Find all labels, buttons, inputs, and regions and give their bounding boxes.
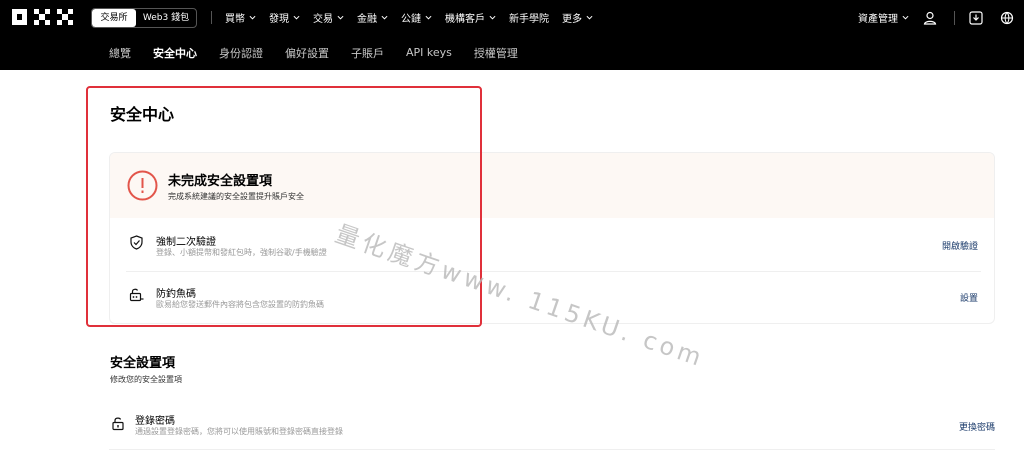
language-icon[interactable] [1000,11,1014,25]
account-tabs: 總覽 安全中心 身份認證 偏好設置 子賬戶 API keys 授權管理 [109,35,540,70]
chevron-down-icon [489,15,496,20]
security-settings-title: 安全設置項 [110,356,176,371]
setting-title: 登錄密碼 [135,416,175,427]
enable-verification-link[interactable]: 開啟驗證 [942,239,978,252]
top-right-actions: 資產管理 [858,0,1024,35]
tab-overview[interactable]: 總覽 [109,45,131,61]
okx-logo[interactable] [12,9,74,25]
nav-item-discover[interactable]: 發現 [269,10,300,25]
chevron-down-icon [586,15,593,20]
exchange-toggle[interactable]: 交易所 [92,9,136,27]
chevron-down-icon [425,15,432,20]
chevron-down-icon [381,15,388,20]
nav-item-label: 交易 [313,14,333,25]
setting-description: 通過設置登錄密碼，您將可以使用賬號和登錄密碼直接登錄 [135,427,343,436]
nav-item-label: 更多 [562,14,582,25]
web3-wallet-toggle[interactable]: Web3 錢包 [136,9,196,27]
asset-management-label: 資產管理 [858,14,898,25]
main-nav: 買幣 發現 交易 金融 公鏈 機構客戶 新手學院 更多 [225,0,606,35]
nav-item-academy[interactable]: 新手學院 [509,10,549,25]
security-settings-subtitle: 修改您的安全設置項 [110,375,182,384]
chevron-down-icon [337,15,344,20]
nav-item-label: 機構客戶 [445,14,485,25]
nav-divider [211,11,212,24]
chevron-down-icon [249,15,256,20]
nav-item-buy[interactable]: 買幣 [225,10,256,25]
nav-item-institutional[interactable]: 機構客戶 [445,10,496,25]
nav-item-label: 發現 [269,14,289,25]
nav-item-finance[interactable]: 金融 [357,10,388,25]
nav-item-label: 金融 [357,14,377,25]
nav-item-label: 新手學院 [509,14,549,25]
tab-identity-verification[interactable]: 身份認證 [219,45,263,61]
highlight-box [86,86,482,327]
nav-item-chain[interactable]: 公鏈 [401,10,432,25]
unlock-icon [112,417,124,431]
download-icon[interactable] [969,10,983,25]
chevron-down-icon [902,15,909,20]
tab-sub-accounts[interactable]: 子賬戶 [351,45,384,61]
top-navigation-bar: 交易所 Web3 錢包 買幣 發現 交易 金融 公鏈 機構客戶 新手學院 更多 … [0,0,1024,35]
toolbar-divider [954,10,955,25]
set-anti-phishing-link[interactable]: 設置 [960,291,978,304]
nav-item-label: 公鏈 [401,14,421,25]
asset-management-menu[interactable]: 資產管理 [858,10,909,25]
nav-item-trade[interactable]: 交易 [313,10,344,25]
nav-item-more[interactable]: 更多 [562,10,593,25]
exchange-wallet-switch: 交易所 Web3 錢包 [91,8,197,28]
setting-row-login-password: 登錄密碼 通過設置登錄密碼，您將可以使用賬號和登錄密碼直接登錄 更換密碼 [109,406,995,450]
chevron-down-icon [293,15,300,20]
account-sub-navigation: 總覽 安全中心 身份認證 偏好設置 子賬戶 API keys 授權管理 [0,35,1024,70]
user-icon[interactable] [923,11,937,25]
nav-item-label: 買幣 [225,14,245,25]
tab-security-center[interactable]: 安全中心 [153,45,197,61]
tab-preferences[interactable]: 偏好設置 [285,45,329,61]
change-password-link[interactable]: 更換密碼 [959,420,995,433]
tab-api-keys[interactable]: API keys [406,46,452,59]
tab-authorization[interactable]: 授權管理 [474,45,518,61]
